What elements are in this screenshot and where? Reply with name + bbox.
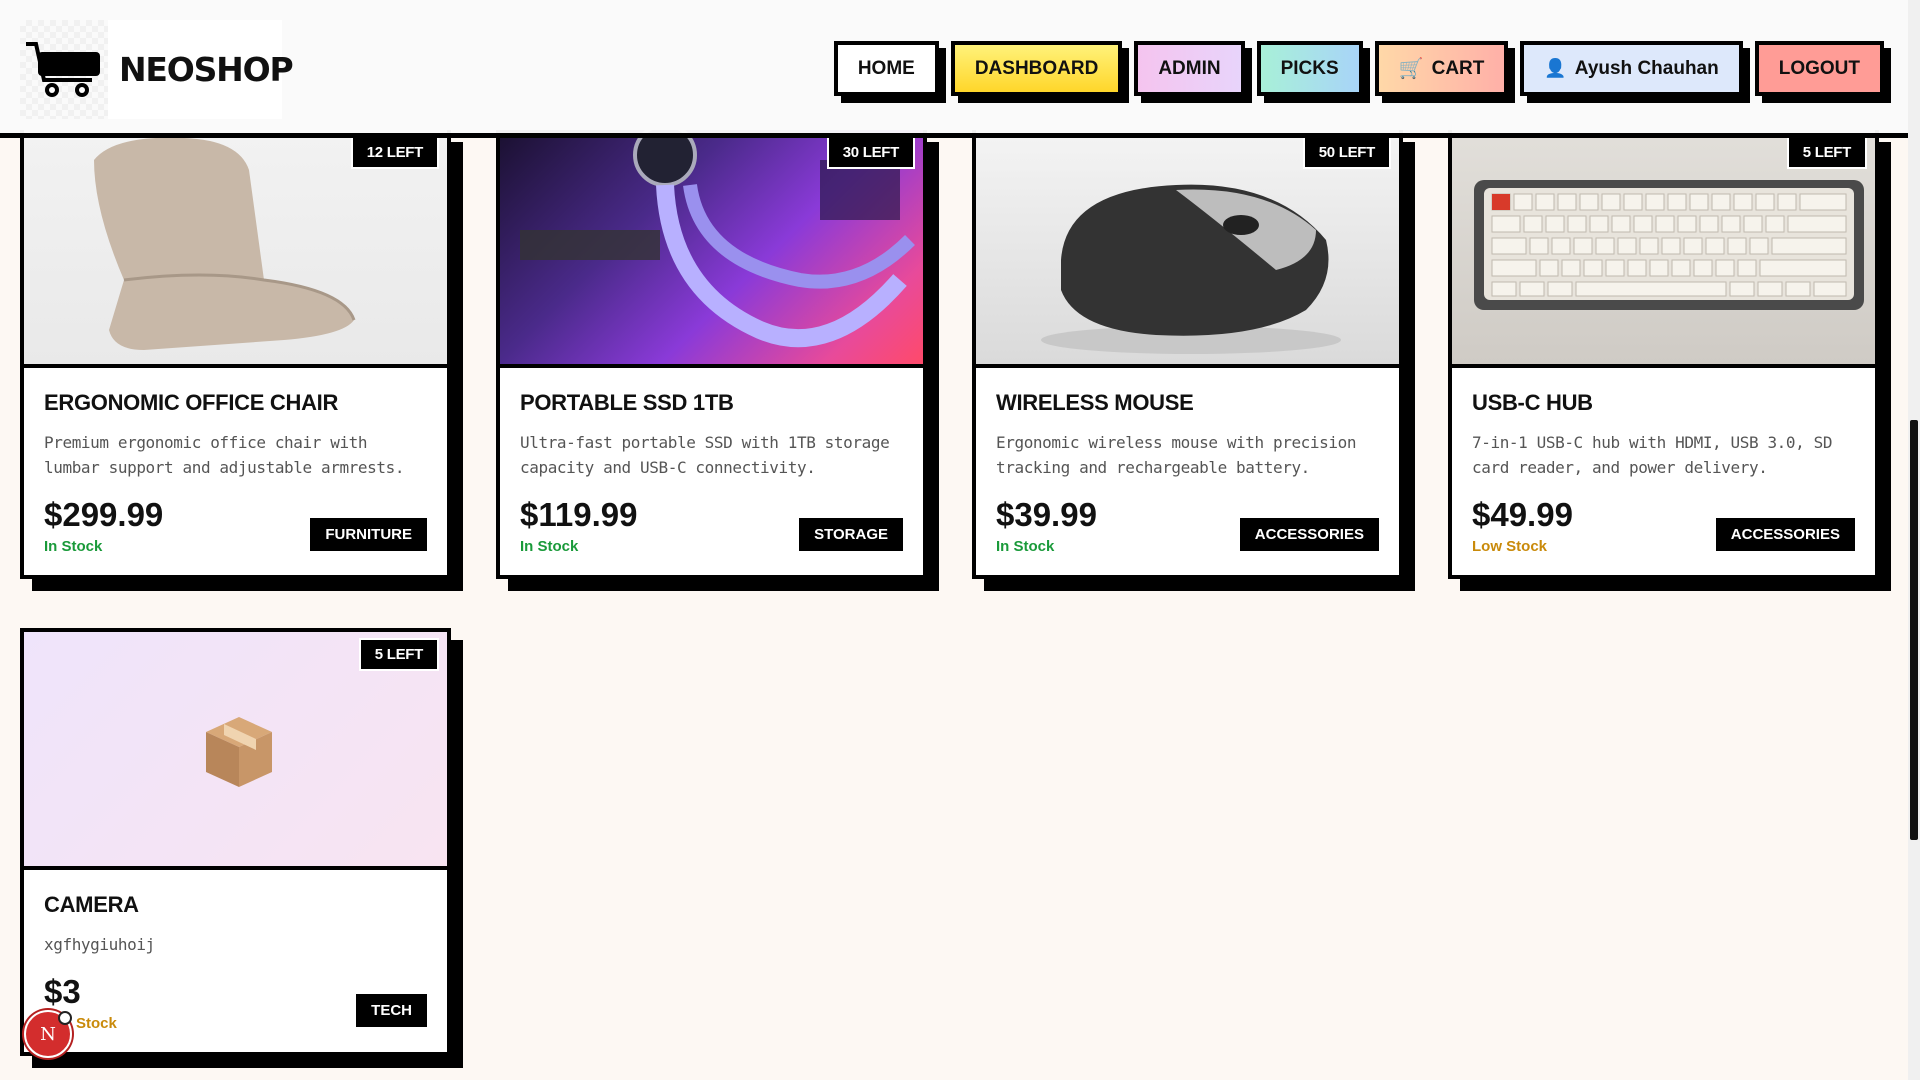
- nav-picks-label: PICKS: [1280, 57, 1339, 79]
- product-name: WIRELESS MOUSE: [996, 390, 1194, 415]
- product-card[interactable]: 50 LEFT WIRELESS MOUSE Ergonomic wireles…: [972, 130, 1403, 579]
- category-badge: ACCESSORIES: [1715, 518, 1855, 551]
- product-name: CAMERA: [44, 892, 139, 917]
- nav-home-label: HOME: [857, 57, 915, 79]
- category-badge: ACCESSORIES: [1239, 518, 1379, 551]
- nav-picks-button[interactable]: PICKS: [1256, 41, 1363, 96]
- product-card[interactable]: 5 LEFT USB-C HUB 7-in-1 USB-C hub with H…: [1448, 130, 1879, 579]
- category-badge: TECH: [356, 994, 427, 1027]
- product-card[interactable]: 30 LEFT PORTABLE SSD 1TB Ultra-fast port…: [496, 130, 927, 579]
- floating-n-label: N: [40, 1023, 56, 1045]
- product-description: Ultra-fast portable SSD with 1TB storage…: [520, 433, 890, 477]
- product-info: CAMERA xgfhygiuhoij $3 Stock TECH: [24, 870, 447, 1052]
- stock-left-badge: 12 LEFT: [350, 136, 439, 169]
- product-name: PORTABLE SSD 1TB: [520, 390, 734, 415]
- scrollbar-thumb[interactable]: [1910, 420, 1918, 840]
- floating-indicator-dot: [58, 1011, 72, 1025]
- product-image: 50 LEFT: [976, 130, 1399, 368]
- stock-left-badge: 50 LEFT: [1302, 136, 1391, 169]
- main-nav: HOME DASHBOARD ADMIN PICKS 🛒 CART 👤 Ayus…: [833, 41, 1884, 96]
- product-description: 7-in-1 USB-C hub with HDMI, USB 3.0, SD …: [1472, 433, 1833, 477]
- product-description: Ergonomic wireless mouse with precision …: [996, 433, 1357, 477]
- product-image: 5 LEFT: [24, 632, 447, 870]
- product-info: USB-C HUB 7-in-1 USB-C hub with HDMI, US…: [1452, 368, 1875, 575]
- nav-admin-label: ADMIN: [1158, 57, 1221, 79]
- nav-logout-label: LOGOUT: [1778, 57, 1860, 79]
- brand-name: NEOSHOP: [119, 50, 294, 89]
- stock-left-badge: 5 LEFT: [1786, 136, 1867, 169]
- product-image: 12 LEFT: [24, 130, 447, 368]
- user-icon: 👤: [1544, 58, 1567, 78]
- cart-icon: 🛒: [1398, 58, 1424, 80]
- nav-user-label: Ayush Chauhan: [1574, 57, 1719, 79]
- nav-admin-button[interactable]: ADMIN: [1134, 41, 1245, 96]
- product-info: WIRELESS MOUSE Ergonomic wireless mouse …: [976, 368, 1399, 575]
- page-scrollbar[interactable]: [1908, 0, 1920, 1080]
- nav-cart-label: CART: [1431, 57, 1485, 79]
- nav-logout-button[interactable]: LOGOUT: [1754, 41, 1884, 96]
- nav-cart-button[interactable]: 🛒 CART: [1374, 41, 1509, 96]
- product-description: Premium ergonomic office chair with lumb…: [44, 433, 405, 477]
- site-header: NEOSHOP HOME DASHBOARD ADMIN PICKS 🛒 CAR…: [0, 0, 1908, 138]
- product-description: xgfhygiuhoij: [44, 935, 155, 954]
- shopping-cart-logo-icon: [26, 41, 100, 97]
- nav-dashboard-label: DASHBOARD: [974, 57, 1099, 79]
- category-badge: FURNITURE: [310, 518, 427, 551]
- nav-user-button[interactable]: 👤 Ayush Chauhan: [1520, 41, 1743, 96]
- product-info: PORTABLE SSD 1TB Ultra-fast portable SSD…: [500, 368, 923, 575]
- product-name: USB-C HUB: [1472, 390, 1593, 415]
- product-image: 5 LEFT: [1452, 130, 1875, 368]
- category-badge: STORAGE: [799, 518, 903, 551]
- nav-dashboard-button[interactable]: DASHBOARD: [950, 41, 1123, 96]
- product-card[interactable]: 12 LEFT ERGONOMIC OFFICE CHAIR Premium e…: [20, 130, 451, 579]
- stock-left-badge: 30 LEFT: [826, 136, 915, 169]
- product-image: 30 LEFT: [500, 130, 923, 368]
- product-card[interactable]: 5 LEFT CAMERA xgfhygiuhoij $3 Stock TECH: [20, 628, 451, 1056]
- stock-left-badge: 5 LEFT: [358, 638, 439, 671]
- neoshop-logo-image: [20, 20, 108, 119]
- product-info: ERGONOMIC OFFICE CHAIR Premium ergonomic…: [24, 368, 447, 575]
- product-name: ERGONOMIC OFFICE CHAIR: [44, 390, 339, 415]
- nav-home-button[interactable]: HOME: [833, 41, 939, 96]
- logo-link[interactable]: NEOSHOP: [20, 20, 294, 119]
